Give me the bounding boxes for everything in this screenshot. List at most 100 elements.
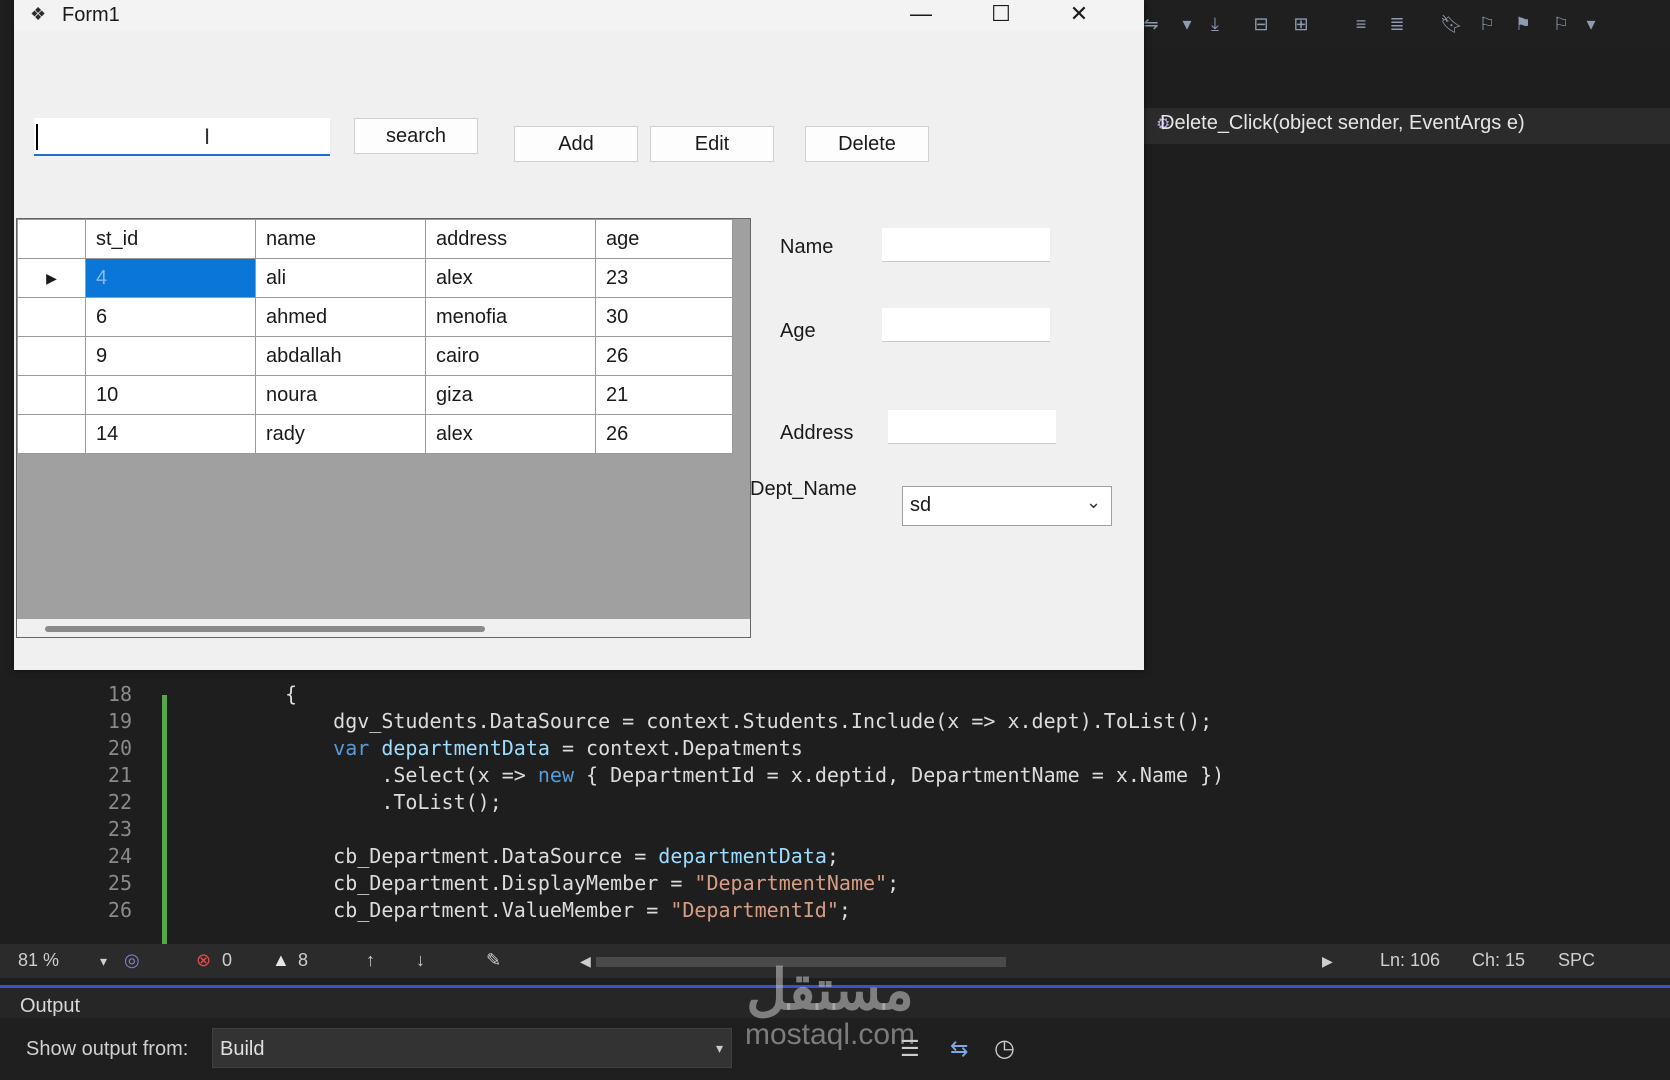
scroll-left-icon[interactable]: ◀ [580,953,591,970]
code-line[interactable]: dgv_Students.DataSource = context.Studen… [285,709,1212,733]
line-number[interactable]: Ln: 106 [1380,950,1440,971]
line-number: 19 [107,709,132,733]
grid-cell[interactable]: ali [255,258,426,298]
warning-icon[interactable]: ▲ [272,950,290,971]
row-header[interactable] [17,297,86,337]
toolbar-outdent-icon[interactable]: ≣ [1386,12,1408,36]
grid-cell[interactable]: 21 [595,375,733,415]
grid-cell[interactable]: 10 [85,375,256,415]
row-header[interactable] [17,336,86,376]
code-line[interactable]: cb_Department.ValueMember = "DepartmentI… [285,898,851,922]
code-line[interactable]: cb_Department.DataSource = departmentDat… [285,844,839,868]
next-issue-icon[interactable]: ↓ [416,950,425,971]
grid-cell[interactable]: 26 [595,414,733,454]
output-source-select[interactable] [212,1028,732,1068]
close-button[interactable]: ✕ [1044,0,1114,30]
grid-cell[interactable]: 23 [595,258,733,298]
column-header-st-id[interactable]: st_id [85,219,256,259]
column-header-name[interactable]: name [255,219,426,259]
code-line[interactable]: .ToList(); [285,790,501,814]
show-output-label: Show output from: [26,1038,189,1060]
minimize-button[interactable]: — [886,0,956,30]
address-field[interactable] [888,410,1056,444]
grid-cell[interactable]: menofia [425,297,596,337]
table-row[interactable]: 10 noura giza 21 [17,375,733,415]
row-header-corner[interactable] [17,219,86,259]
students-table: st_id name address age ▶ 4 ali alex 23 6 [17,219,733,454]
grid-scroll-thumb[interactable] [45,626,485,632]
code-line[interactable]: var departmentData = context.Depatments [285,736,803,760]
table-row[interactable]: 14 rady alex 26 [17,414,733,454]
line-number: 24 [107,844,132,868]
grid-cell[interactable]: 9 [85,336,256,376]
delete-button[interactable]: Delete [805,126,929,162]
grid-cell[interactable]: alex [425,258,596,298]
warning-count[interactable]: 8 [298,950,308,971]
name-field[interactable] [882,228,1050,262]
address-label: Address [780,422,854,444]
code-cleanup-icon[interactable]: ✎ [486,950,501,971]
row-header[interactable] [17,414,86,454]
watermark-arabic: مستقل [746,958,914,1021]
scroll-right-icon[interactable]: ▶ [1322,953,1333,970]
previous-issue-icon[interactable]: ↑ [366,950,375,971]
code-line[interactable]: .Select(x => new { DepartmentId = x.dept… [285,763,1224,787]
bookmark-next-icon[interactable]: ⚑ [1512,12,1534,36]
edit-button[interactable]: Edit [650,126,774,162]
zoom-dropdown-icon[interactable]: ▾ [100,953,107,970]
toolbar-step-icon[interactable]: ⤓ [1204,12,1226,36]
zoom-level[interactable]: 81 % [18,950,59,971]
code-line[interactable]: cb_Department.DisplayMember = "Departmen… [285,871,899,895]
department-combobox[interactable] [902,486,1112,526]
health-icon[interactable]: ◎ [124,950,140,971]
grid-cell[interactable]: 30 [595,297,733,337]
timestamp-icon[interactable]: ◷ [994,1034,1015,1063]
grid-cell[interactable]: abdallah [255,336,426,376]
grid-cell[interactable]: giza [425,375,596,415]
grid-cell[interactable]: cairo [425,336,596,376]
bookmark-clear-icon[interactable]: ⚐ [1550,12,1572,36]
dept-name-label: Dept_Name [750,478,857,500]
maximize-button[interactable]: ☐ [966,0,1036,30]
table-row[interactable]: 9 abdallah cairo 26 [17,336,733,376]
error-count[interactable]: 0 [222,950,232,971]
grid-cell[interactable]: noura [255,375,426,415]
table-row[interactable]: ▶ 4 ali alex 23 [17,258,733,298]
bookmark-prev-icon[interactable]: ⚐ [1476,12,1498,36]
toolbar-align-icon[interactable]: ⊟ [1250,12,1272,36]
navigation-method-dropdown[interactable]: Delete_Click(object sender, EventArgs e) [1160,112,1525,135]
grid-cell[interactable]: 4 [85,258,256,298]
department-combobox-value: sd [910,494,932,516]
grid-horizontal-scrollbar[interactable] [17,619,750,637]
code-line[interactable]: { [285,682,297,706]
toolbar-overflow-icon[interactable]: ▾ [1580,12,1602,36]
row-header[interactable] [17,375,86,415]
row-header[interactable]: ▶ [17,258,86,298]
grid-cell[interactable]: ahmed [255,297,426,337]
students-grid[interactable]: st_id name address age ▶ 4 ali alex 23 6 [16,218,751,638]
bookmark-icon[interactable]: 🔖︎ [1440,12,1463,36]
spacing-mode[interactable]: SPC [1558,950,1595,971]
error-icon[interactable]: ⊗ [196,950,211,971]
search-input[interactable] [34,118,330,156]
search-button[interactable]: search [354,118,478,154]
grid-cell[interactable]: alex [425,414,596,454]
output-panel-title[interactable]: Output [20,995,80,1018]
chevron-down-icon[interactable]: ⌄ [1086,492,1101,513]
age-field[interactable] [882,308,1050,342]
column-header-age[interactable]: age [595,219,733,259]
grid-cell[interactable]: 26 [595,336,733,376]
toolbar-align2-icon[interactable]: ⊞ [1290,12,1312,36]
grid-cell[interactable]: 14 [85,414,256,454]
add-button[interactable]: Add [514,126,638,162]
toolbar-indent-icon[interactable]: ≡ [1350,12,1372,36]
table-row[interactable]: 6 ahmed menofia 30 [17,297,733,337]
line-number: 18 [107,682,132,706]
column-header-address[interactable]: address [425,219,596,259]
toolbar-dropdown-icon[interactable]: ▾ [1176,12,1198,36]
column-number[interactable]: Ch: 15 [1472,950,1525,971]
ide-toolbar: ⇋ ▾ ⤓ ⊟ ⊞ ≡ ≣ 🔖︎ ⚐ ⚑ ⚐ ▾ [1140,0,1670,48]
watermark-logo: مستقل mostaql.com [700,960,960,1050]
grid-cell[interactable]: rady [255,414,426,454]
grid-cell[interactable]: 6 [85,297,256,337]
